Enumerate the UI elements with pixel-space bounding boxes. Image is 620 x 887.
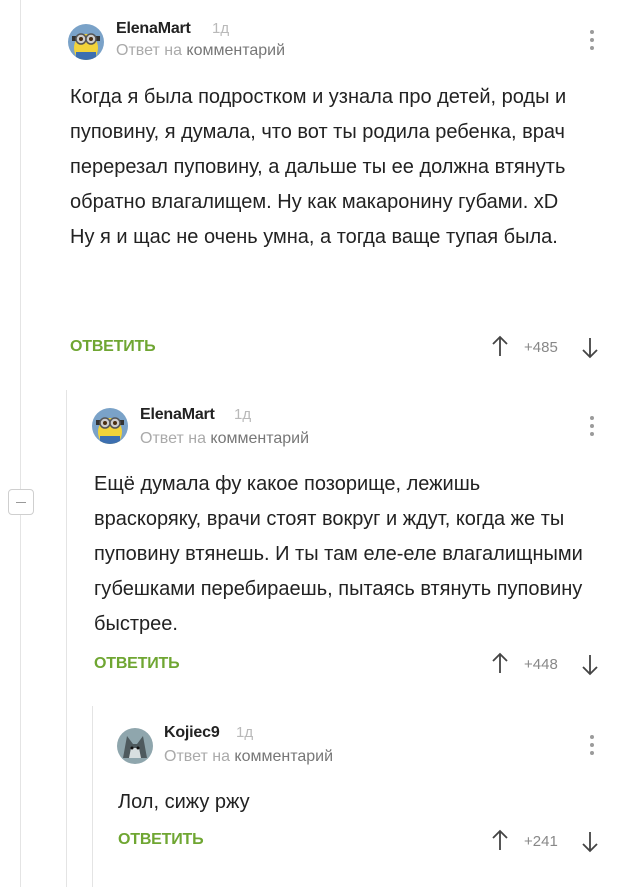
- author-name[interactable]: Kojiec9: [164, 724, 220, 742]
- reply-to-meta: Ответ на комментарий: [164, 748, 333, 766]
- minion-avatar[interactable]: [68, 24, 104, 60]
- kebab-menu-icon[interactable]: [589, 416, 595, 440]
- comment-text: Лол, сижу ржу: [118, 791, 250, 813]
- meta-prefix: Ответ на: [164, 748, 230, 765]
- meta-comment-link[interactable]: комментарий: [234, 748, 333, 765]
- collapse-minus-icon[interactable]: [8, 489, 34, 515]
- comment-text: Когда я была подростком и узнала про дет…: [70, 86, 567, 248]
- thread-line-level1-lower: [20, 515, 21, 887]
- arrow-up-icon[interactable]: [489, 828, 511, 852]
- kebab-menu-icon[interactable]: [589, 30, 595, 54]
- thread-line-level3: [92, 706, 93, 887]
- author-name[interactable]: ElenaMart: [116, 20, 191, 38]
- vote-score: +241: [524, 833, 558, 850]
- meta-comment-link[interactable]: комментарий: [210, 430, 309, 447]
- comment-text: Ещё думала фу какое позорище, лежишь вра…: [94, 473, 583, 635]
- arrow-up-icon[interactable]: [489, 334, 511, 358]
- arrow-down-icon[interactable]: [579, 830, 601, 854]
- author-name[interactable]: ElenaMart: [140, 406, 215, 424]
- thread-line-level2: [66, 390, 67, 887]
- arrow-down-icon[interactable]: [579, 653, 601, 677]
- kebab-menu-icon[interactable]: [589, 735, 595, 759]
- reply-button[interactable]: ОТВЕТИТЬ: [118, 831, 204, 849]
- meta-prefix: Ответ на: [116, 42, 182, 59]
- arrow-down-icon[interactable]: [579, 336, 601, 360]
- reply-to-meta: Ответ на комментарий: [116, 42, 285, 60]
- vote-score: +485: [524, 339, 558, 356]
- minion-avatar[interactable]: [92, 408, 128, 444]
- reply-button[interactable]: ОТВЕТИТЬ: [70, 338, 156, 356]
- meta-comment-link[interactable]: комментарий: [186, 42, 285, 59]
- wolf-avatar[interactable]: [117, 728, 153, 764]
- reply-button[interactable]: ОТВЕТИТЬ: [94, 655, 180, 673]
- comment-age: 1д: [212, 20, 230, 37]
- arrow-up-icon[interactable]: [489, 651, 511, 675]
- comment-age: 1д: [234, 406, 252, 423]
- reply-to-meta: Ответ на комментарий: [140, 430, 309, 448]
- vote-score: +448: [524, 656, 558, 673]
- thread-line-level1: [20, 0, 21, 489]
- comment-age: 1д: [236, 724, 254, 741]
- meta-prefix: Ответ на: [140, 430, 206, 447]
